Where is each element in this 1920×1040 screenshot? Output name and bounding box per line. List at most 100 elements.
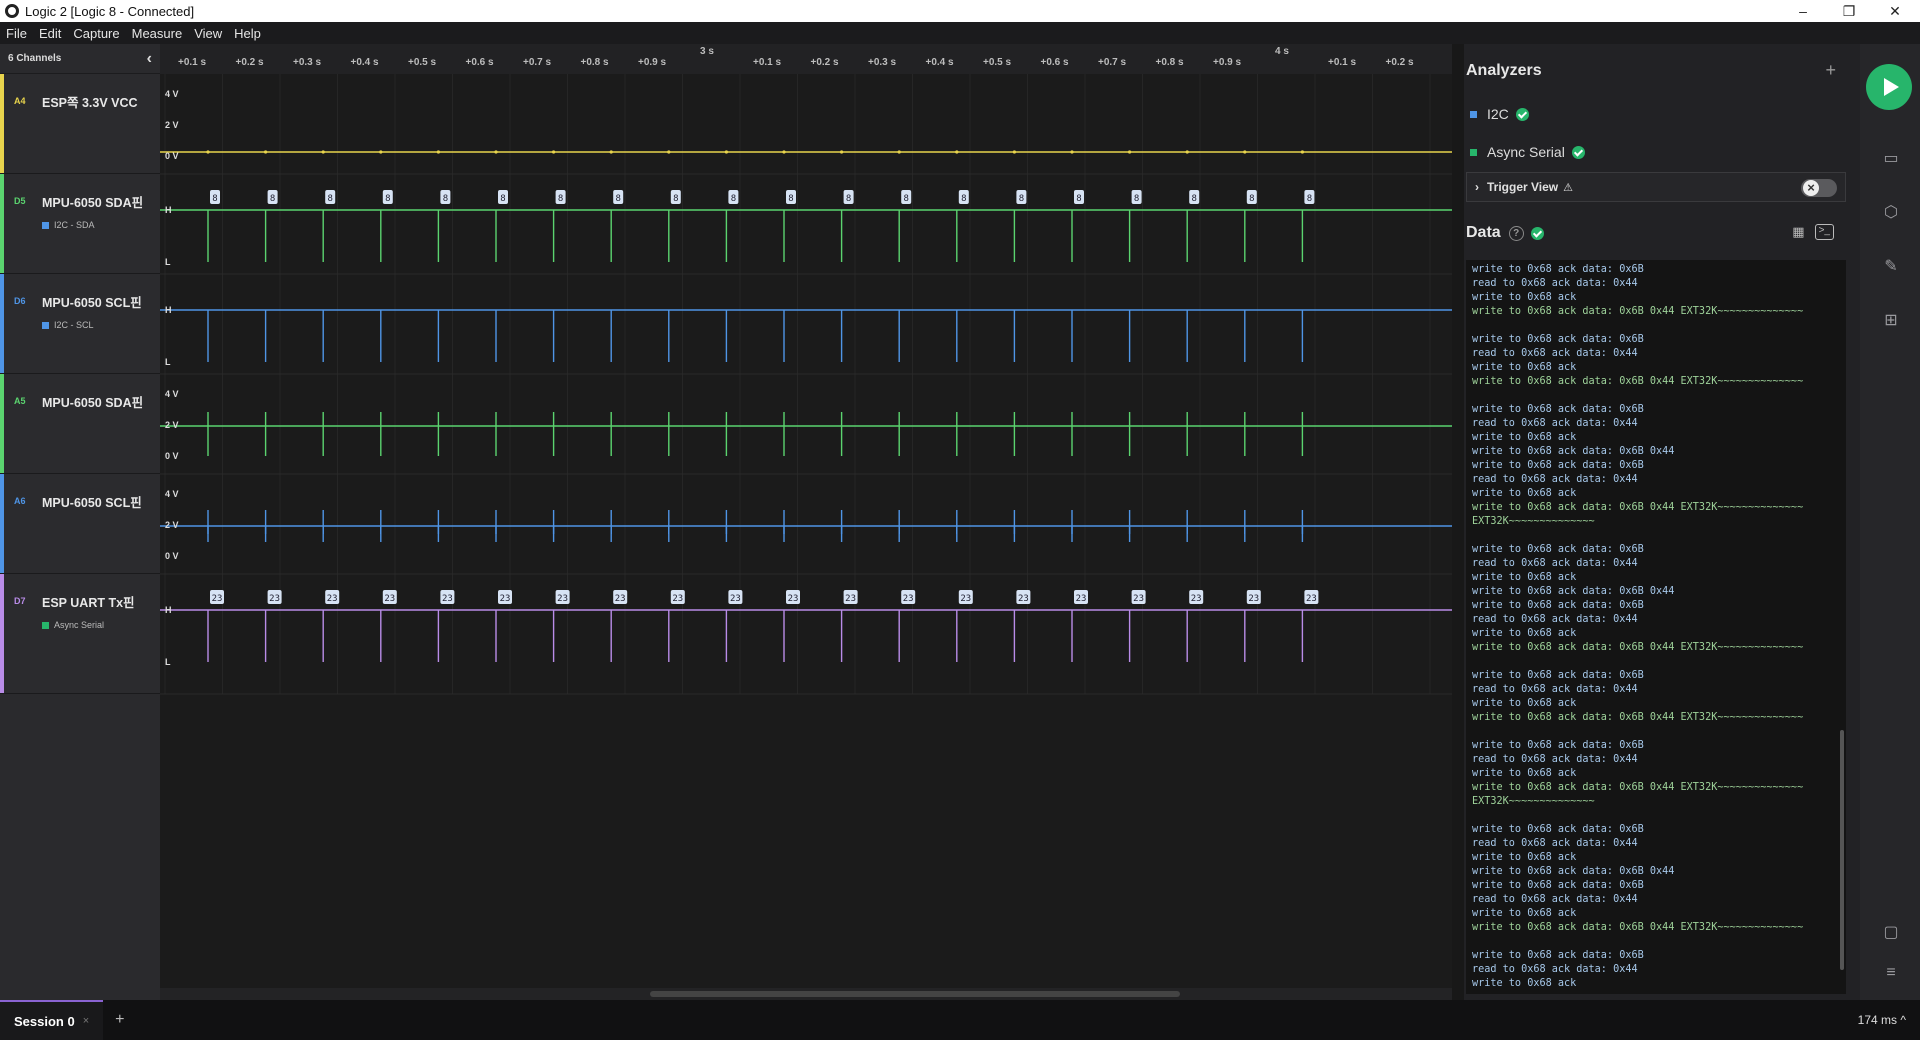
trigger-view-row[interactable]: › Trigger View ⚠: [1466, 172, 1846, 202]
analyzers-icon[interactable]: ⬡: [1878, 202, 1904, 224]
data-title: Data: [1466, 224, 1501, 241]
channel-row-a5[interactable]: A5 MPU-6050 SDA핀: [0, 374, 160, 474]
frame-marker-label: 8: [673, 194, 678, 204]
measure-ruler-icon[interactable]: ✎: [1878, 256, 1904, 278]
help-icon[interactable]: ?: [1508, 225, 1524, 241]
data-header: Data ?: [1466, 224, 1544, 242]
channel-row-d7[interactable]: D7 ESP UART Tx핀 Async Serial: [0, 574, 160, 694]
trigger-view-toggle[interactable]: [1801, 179, 1837, 197]
channel-name[interactable]: MPU-6050 SCL핀: [42, 292, 142, 311]
axis-label: 4 V: [165, 389, 179, 399]
ruler-tick: +0.6 s: [1040, 57, 1069, 68]
warning-icon: ⚠: [1563, 181, 1574, 194]
axis-label: 2 V: [165, 520, 179, 530]
channel-id: A5: [14, 396, 26, 406]
terminal-line: write to 0x68 ack data: 0x6B: [1472, 670, 1644, 681]
frame-marker-label: 23: [845, 594, 856, 604]
i2c-color-swatch: [1470, 110, 1477, 118]
horizontal-scrollbar[interactable]: [160, 988, 1452, 1000]
channel-name[interactable]: ESP UART Tx핀: [42, 592, 135, 611]
session-tab[interactable]: Session 0 ×: [0, 1000, 104, 1040]
ruler-tick: +0.5 s: [983, 57, 1012, 68]
analyzer-item-async-serial[interactable]: Async Serial: [1470, 144, 1585, 160]
ruler-tick: +0.9 s: [1213, 57, 1242, 68]
panel-divider[interactable]: [1452, 44, 1464, 1000]
table-view-icon[interactable]: ▦: [1792, 224, 1804, 240]
menu-measure[interactable]: Measure: [126, 26, 189, 41]
data-view-icons: ▦ >_: [1792, 224, 1834, 240]
frame-marker-label: 8: [846, 194, 851, 204]
frame-marker-label: 23: [1248, 594, 1259, 604]
terminal-line: read to 0x68 ack data: 0x44: [1472, 614, 1638, 625]
terminal-line: write to 0x68 ack: [1472, 768, 1577, 779]
channel-row-a4[interactable]: A4 ESP쪽 3.3V VCC: [0, 74, 160, 174]
frame-marker-label: 8: [385, 194, 390, 204]
scroll-thumb[interactable]: [650, 991, 1180, 997]
menu-edit[interactable]: Edit: [33, 26, 67, 41]
channel-name[interactable]: ESP쪽 3.3V VCC: [42, 92, 138, 111]
analog-glitch: [264, 150, 268, 154]
close-button[interactable]: ✕: [1872, 0, 1918, 22]
terminal-line: write to 0x68 ack: [1472, 488, 1577, 499]
terminal-scrollbar[interactable]: [1840, 730, 1844, 970]
menu-view[interactable]: View: [188, 26, 228, 41]
terminal-line: write to 0x68 ack: [1472, 908, 1577, 919]
menu-icon[interactable]: ≡: [1878, 964, 1904, 986]
menu-help[interactable]: Help: [228, 26, 267, 41]
terminal-line: read to 0x68 ack data: 0x44: [1472, 838, 1638, 849]
minimize-button[interactable]: –: [1780, 0, 1826, 22]
terminal-line: read to 0x68 ack data: 0x44: [1472, 964, 1638, 975]
channel-row-d6[interactable]: D6 MPU-6050 SCL핀 I2C - SCL: [0, 274, 160, 374]
frame-marker-label: 23: [730, 594, 741, 604]
menu-capture[interactable]: Capture: [67, 26, 125, 41]
terminal-line: write to 0x68 ack data: 0x6B: [1472, 264, 1644, 275]
channel-name[interactable]: MPU-6050 SCL핀: [42, 492, 142, 511]
analog-glitch: [724, 150, 729, 154]
add-session-button[interactable]: +: [115, 1011, 124, 1029]
menu-file[interactable]: File: [0, 26, 33, 41]
latency-indicator[interactable]: 174 ms ^: [1858, 1013, 1906, 1027]
time-ruler[interactable]: +0.1 s +0.2 s +0.3 s +0.4 s +0.5 s +0.6 s +0.7…: [160, 44, 1452, 74]
collapse-channels-icon[interactable]: ‹: [147, 50, 152, 68]
terminal-line: write to 0x68 ack data: 0x6B 0x44 EXT32K…: [1472, 502, 1804, 513]
terminal-line: write to 0x68 ack: [1472, 572, 1577, 583]
terminal-output[interactable]: write to 0x68 ack data: 0x6B read to 0x68…: [1466, 260, 1846, 994]
feedback-icon[interactable]: ▢: [1878, 922, 1904, 944]
analyzer-item-i2c[interactable]: I2C: [1470, 106, 1529, 122]
channel-id: A6: [14, 496, 26, 506]
frame-marker-label: 23: [1076, 594, 1087, 604]
frame-marker-label: 8: [961, 194, 966, 204]
waveform-canvas[interactable]: 8 8 8 8 8 8 8 8 8 8 8 8 8 8 8 8 8 8 8 8 23 23 23 23 23 23 23 23 23 23…: [160, 44, 1452, 1000]
maximize-button[interactable]: ❐: [1826, 0, 1872, 22]
axis-label: 0 V: [165, 551, 179, 561]
title-bar: Logic 2 [Logic 8 - Connected] – ❐ ✕: [0, 0, 1920, 22]
ruler-major-tick: 3 s: [700, 46, 714, 57]
analog-glitch: [897, 150, 901, 154]
channel-row-d5[interactable]: D5 MPU-6050 SDA핀 I2C - SDA: [0, 174, 160, 274]
terminal-line: read to 0x68 ack data: 0x44: [1472, 474, 1638, 485]
channel-name[interactable]: MPU-6050 SDA핀: [42, 392, 143, 411]
waveform-area[interactable]: 8 8 8 8 8 8 8 8 8 8 8 8 8 8 8 8 8 8 8 8 23 23 23 23 23 23 23 23 23 23…: [160, 44, 1452, 1000]
close-session-icon[interactable]: ×: [83, 1015, 89, 1027]
terminal-line: write to 0x68 ack data: 0x6B: [1472, 824, 1644, 835]
ruler-tick: +0.1 s: [753, 57, 782, 68]
start-capture-button[interactable]: [1866, 64, 1912, 110]
terminal-line: write to 0x68 ack data: 0x6B 0x44: [1472, 866, 1675, 877]
terminal-line: EXT32K~~~~~~~~~~~~~~: [1472, 796, 1595, 807]
add-analyzer-button[interactable]: +: [1825, 60, 1836, 81]
channel-id: A4: [14, 96, 26, 106]
terminal-line: EXT32K~~~~~~~~~~~~~~: [1472, 516, 1595, 527]
terminal-view-icon[interactable]: >_: [1814, 224, 1834, 240]
channel-name[interactable]: MPU-6050 SDA핀: [42, 192, 143, 211]
ruler-tick: +0.7 s: [523, 57, 552, 68]
axis-label: 0 V: [165, 451, 179, 461]
terminal-line: write to 0x68 ack: [1472, 362, 1577, 373]
terminal-line: read to 0x68 ack data: 0x44: [1472, 278, 1638, 289]
terminal-line: write to 0x68 ack: [1472, 698, 1577, 709]
analyzer-label: I2C - SCL: [54, 320, 94, 330]
channel-row-a6[interactable]: A6 MPU-6050 SCL핀: [0, 474, 160, 574]
device-settings-icon[interactable]: ▭: [1878, 148, 1904, 170]
extensions-icon[interactable]: ⊞: [1878, 310, 1904, 332]
session-name: Session 0: [14, 1013, 75, 1029]
axis-label: 4 V: [165, 489, 179, 499]
